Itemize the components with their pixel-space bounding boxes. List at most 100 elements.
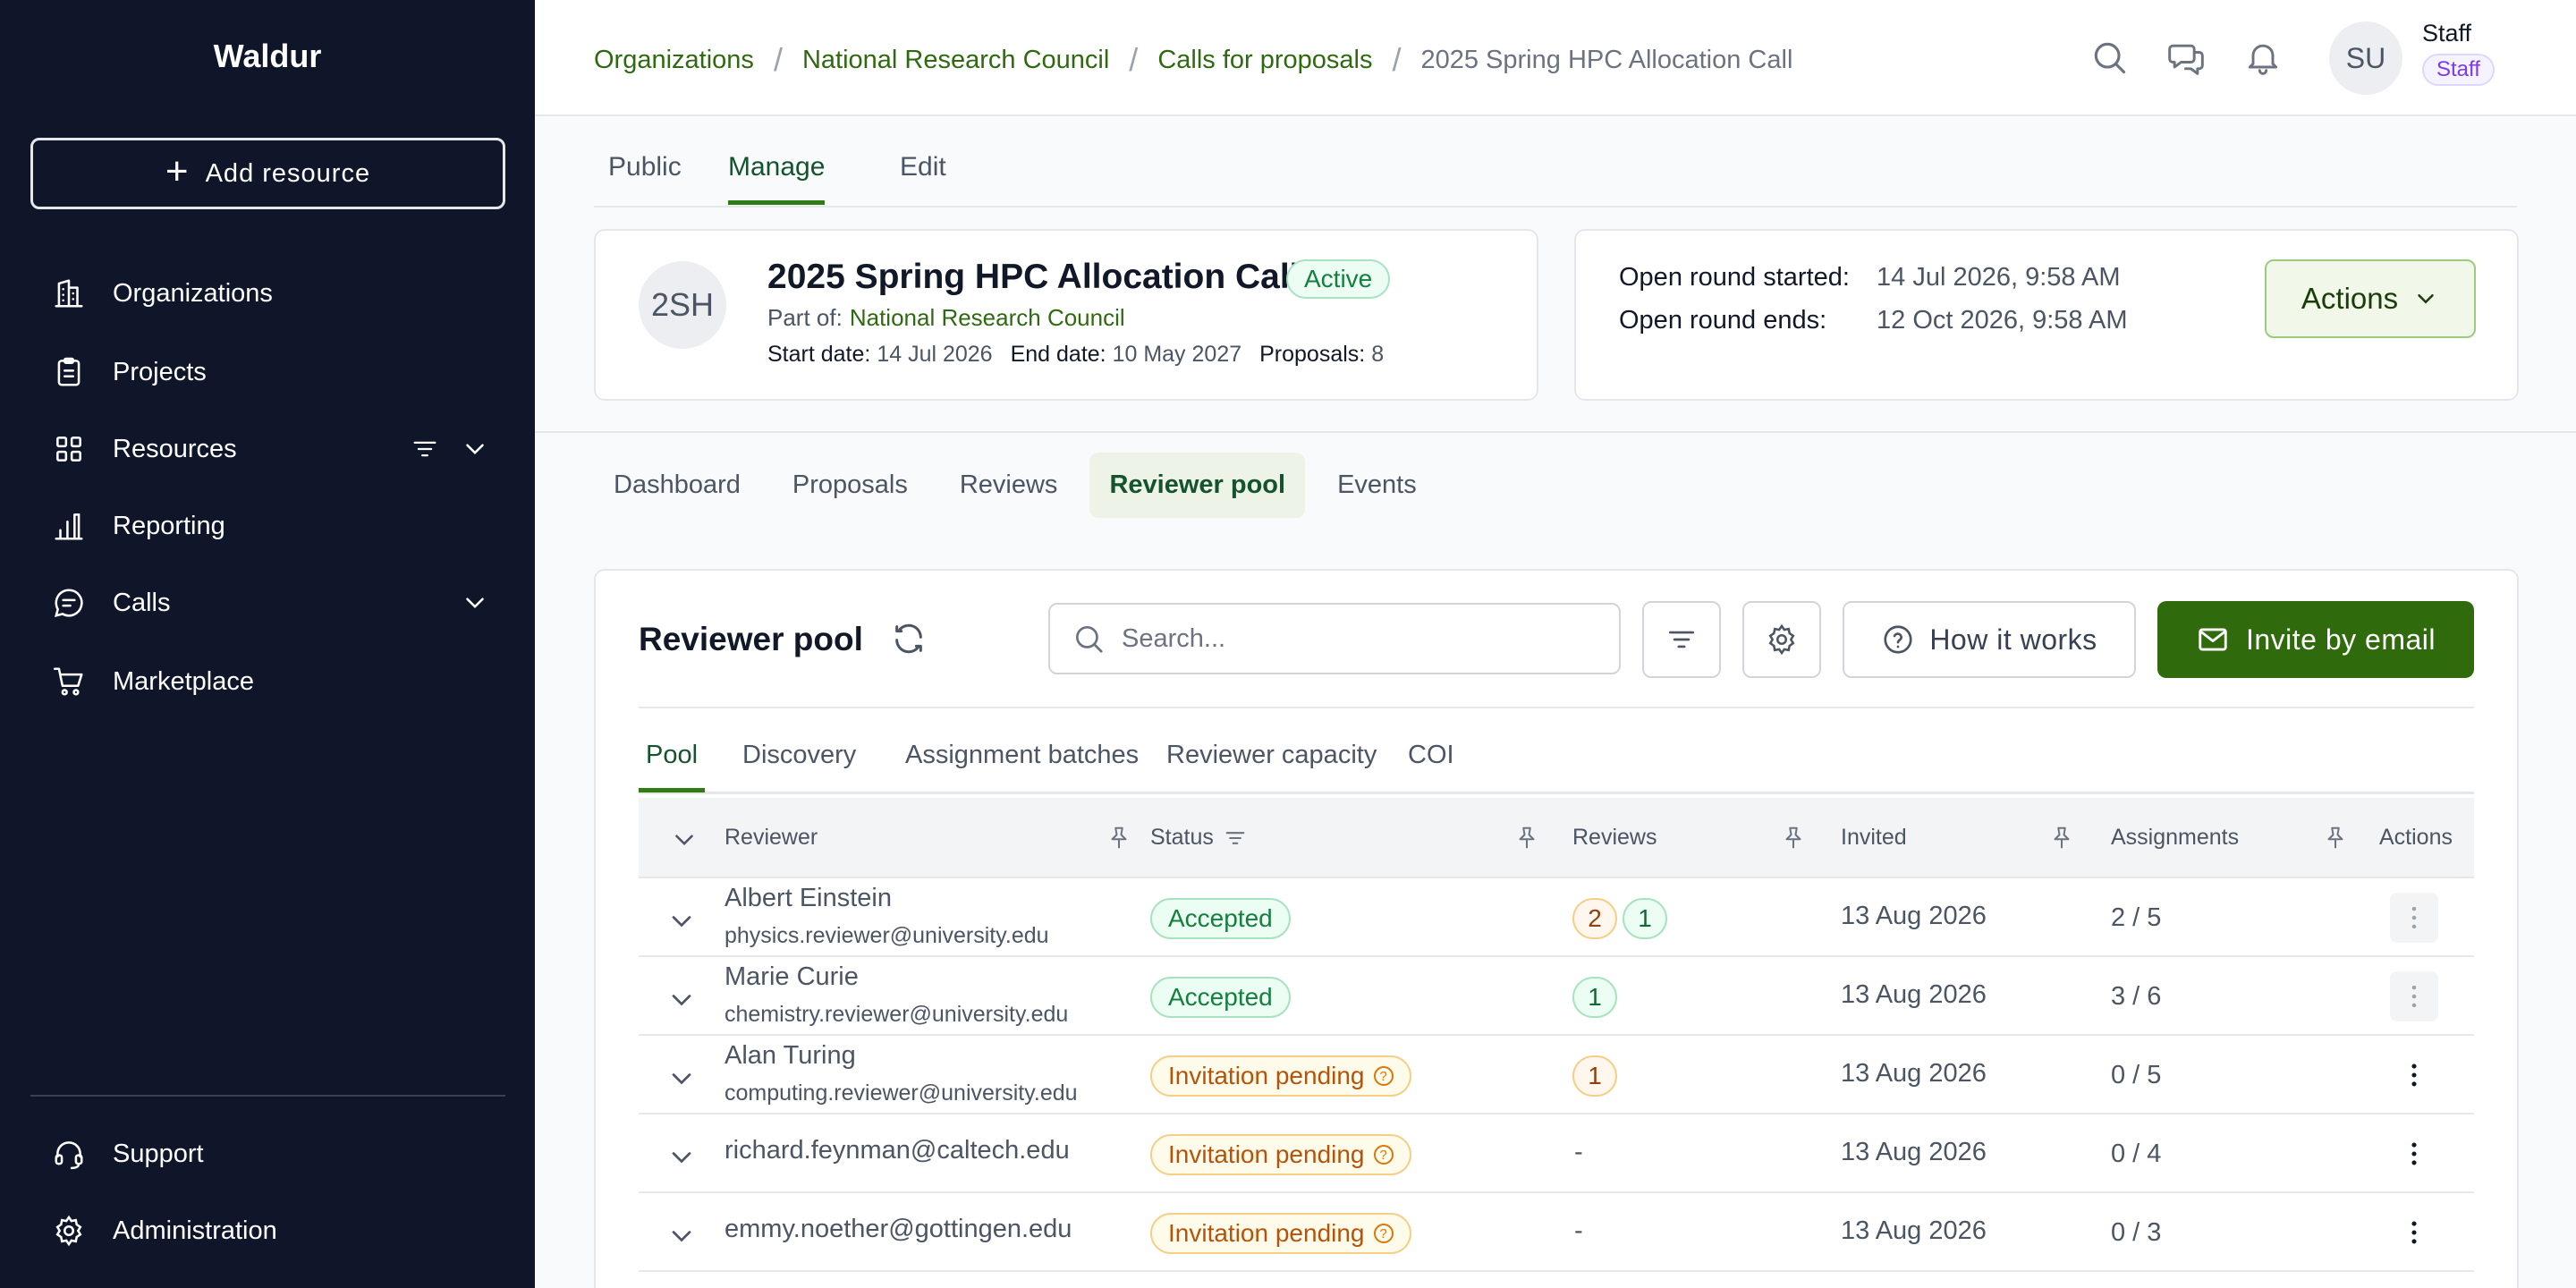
filter-button[interactable] (1642, 601, 1721, 678)
divider (639, 707, 2474, 708)
sidebar-item-support[interactable]: Support (52, 1132, 490, 1175)
reviewer-pool-card: Reviewer pool How it works Invite by ema… (594, 569, 2519, 1288)
filter-icon[interactable] (410, 434, 440, 464)
column-status[interactable]: Status (1150, 825, 1248, 851)
help-icon[interactable]: ? (1373, 1145, 1394, 1165)
tab-dashboard[interactable]: Dashboard (594, 453, 760, 518)
tab-manage[interactable]: Manage (728, 152, 826, 205)
assignments: 0 / 5 (2111, 1061, 2162, 1089)
sidebar-item-reporting[interactable]: Reporting (52, 504, 490, 547)
table-row[interactable]: Alan Turing computing.reviewer@universit… (639, 1036, 2474, 1114)
brand-logo[interactable]: Waldur (0, 38, 535, 75)
status-badge: Invitation pending? (1150, 1213, 1411, 1254)
pin-icon[interactable] (2048, 825, 2075, 852)
tab-edit[interactable]: Edit (900, 152, 946, 200)
sidebar-item-projects[interactable]: Projects (52, 351, 490, 394)
refresh-icon[interactable] (891, 621, 927, 657)
tab-pool[interactable]: Pool (639, 741, 706, 792)
call-meta: Start date: 14 Jul 2026 End date: 10 May… (767, 342, 1384, 368)
chevron-down-icon[interactable] (665, 905, 698, 937)
chevron-down-icon[interactable] (665, 984, 698, 1016)
status-label: Accepted (1168, 904, 1273, 932)
tab-events[interactable]: Events (1318, 453, 1436, 518)
start-date-value: 14 Jul 2026 (877, 342, 993, 367)
invited-date: 13 Aug 2026 (1841, 1216, 1987, 1245)
column-invited[interactable]: Invited (1841, 825, 1907, 851)
breadcrumb-calls[interactable]: Calls for proposals (1157, 46, 1372, 75)
tab-coi[interactable]: COI (1401, 741, 1462, 788)
table-row[interactable]: emmy.noether@gottingen.edu Invitation pe… (639, 1193, 2474, 1272)
row-actions-button[interactable] (2390, 893, 2438, 943)
clipboard-icon (57, 357, 80, 386)
chevron-down-icon[interactable] (460, 588, 490, 618)
end-date-label: End date: (1010, 342, 1106, 367)
more-vertical-icon (2411, 906, 2417, 929)
column-reviewer[interactable]: Reviewer (724, 825, 818, 851)
sidebar-item-calls[interactable]: Calls (52, 581, 490, 624)
sidebar-item-organizations[interactable]: Organizations (52, 272, 490, 315)
sidebar-item-label: Resources (113, 434, 237, 463)
help-icon[interactable]: ? (1373, 1066, 1394, 1086)
breadcrumb-separator: / (773, 41, 783, 78)
round-ends-value: 12 Oct 2026, 9:58 AM (1877, 306, 2128, 335)
reviewer-name: Albert Einstein (724, 884, 892, 912)
search-input[interactable] (1122, 623, 1587, 654)
tab-proposals[interactable]: Proposals (773, 453, 928, 518)
filter-icon[interactable] (1223, 826, 1248, 851)
status-badge: Accepted (1150, 898, 1291, 939)
avatar[interactable]: SU (2329, 21, 2402, 95)
row-actions-button[interactable] (2390, 1129, 2438, 1179)
search-icon[interactable] (2089, 38, 2129, 77)
chevron-down-icon (2418, 294, 2434, 304)
how-it-works-button[interactable]: How it works (1843, 601, 2136, 678)
chat-icon[interactable] (2166, 38, 2206, 77)
call-summary-card: 2SH 2025 Spring HPC Allocation Call Acti… (594, 229, 1538, 401)
plus-icon: + (165, 149, 190, 193)
actions-label: Actions (2301, 282, 2399, 315)
tab-public[interactable]: Public (608, 152, 682, 200)
round-started-label: Open round started: (1619, 263, 1850, 292)
tab-assignment-batches[interactable]: Assignment batches (898, 741, 1146, 788)
sidebar-item-marketplace[interactable]: Marketplace (52, 660, 490, 703)
column-reviews[interactable]: Reviews (1572, 825, 1657, 851)
column-actions: Actions (2379, 825, 2453, 850)
chevron-down-icon[interactable] (665, 1063, 698, 1095)
column-assignments[interactable]: Assignments (2111, 825, 2239, 851)
sidebar-item-administration[interactable]: Administration (52, 1209, 490, 1252)
row-actions-button[interactable] (2390, 1050, 2438, 1100)
breadcrumb-organization[interactable]: National Research Council (802, 46, 1109, 75)
chevron-down-icon[interactable] (669, 825, 699, 855)
search-field[interactable] (1048, 603, 1621, 674)
more-vertical-icon (2411, 1142, 2417, 1165)
row-actions-button[interactable] (2390, 971, 2438, 1021)
chevron-down-icon[interactable] (665, 1220, 698, 1252)
column-status-label: Status (1150, 825, 1214, 850)
pin-icon[interactable] (1513, 825, 1540, 852)
breadcrumb-organizations[interactable]: Organizations (594, 46, 754, 75)
pin-icon[interactable] (1780, 825, 1807, 852)
table-row[interactable]: Marie Curie chemistry.reviewer@universit… (639, 957, 2474, 1036)
user-role-badge: Staff (2422, 54, 2495, 86)
sidebar-item-resources[interactable]: Resources (52, 428, 490, 470)
chevron-down-icon[interactable] (460, 434, 490, 464)
add-resource-button[interactable]: + Add resource (30, 138, 505, 209)
reviewer-name: emmy.noether@gottingen.edu (724, 1215, 1072, 1243)
part-of-link[interactable]: National Research Council (850, 304, 1125, 331)
add-resource-label: Add resource (205, 158, 371, 188)
invite-by-email-button[interactable]: Invite by email (2157, 601, 2474, 678)
tab-reviews[interactable]: Reviews (940, 453, 1078, 518)
table-row[interactable]: richard.feynman@caltech.edu Invitation p… (639, 1114, 2474, 1193)
row-actions-button[interactable] (2390, 1208, 2438, 1258)
tab-reviewer-pool[interactable]: Reviewer pool (1089, 453, 1306, 518)
table-row[interactable]: Albert Einstein physics.reviewer@univers… (639, 878, 2474, 957)
pin-icon[interactable] (1106, 825, 1132, 852)
bell-icon[interactable] (2243, 38, 2283, 77)
tab-reviewer-capacity[interactable]: Reviewer capacity (1159, 741, 1384, 788)
tab-discovery[interactable]: Discovery (735, 741, 863, 788)
pin-icon[interactable] (2322, 825, 2349, 852)
settings-button[interactable] (1742, 601, 1821, 678)
actions-button[interactable]: Actions (2265, 259, 2476, 338)
chevron-down-icon[interactable] (665, 1141, 698, 1174)
help-icon[interactable]: ? (1373, 1224, 1394, 1243)
assignments: 0 / 4 (2111, 1140, 2162, 1168)
